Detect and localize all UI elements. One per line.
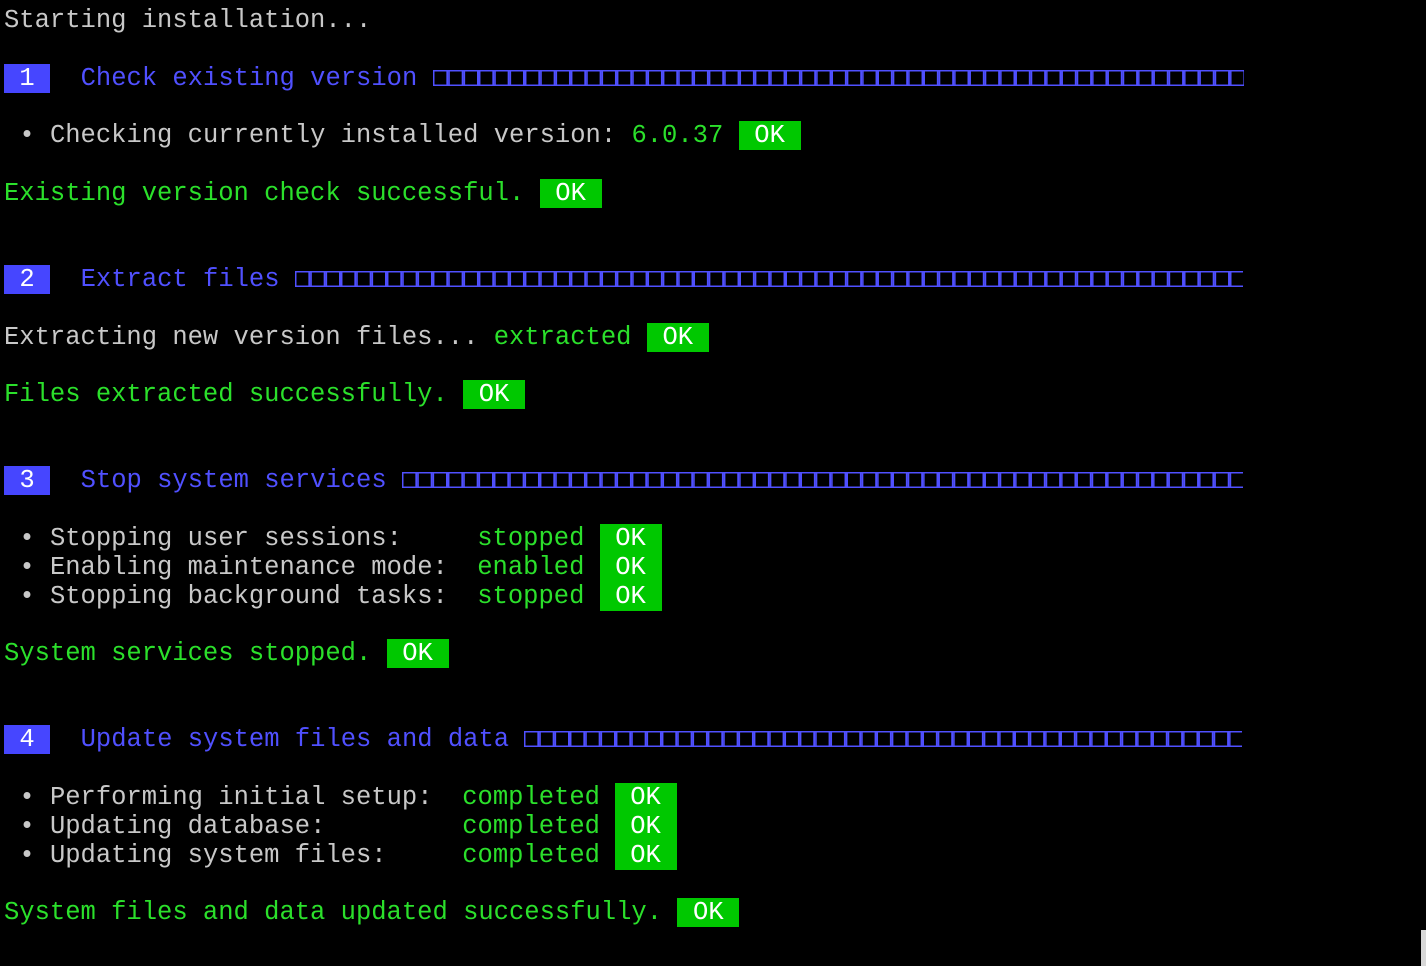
item-value: completed (462, 841, 600, 870)
item-value: stopped (477, 524, 585, 553)
list-item: • Updating system files: completed OK (4, 841, 677, 870)
item-value: completed (462, 783, 600, 812)
section-title: Stop system services (80, 466, 387, 495)
bullet: • (19, 812, 35, 841)
ok-badge: OK (463, 380, 526, 409)
list-item: • Performing initial setup: completed OK (4, 783, 677, 812)
section-heading: 3 Stop system services (4, 466, 1243, 495)
heading-rule (294, 271, 1243, 287)
item-value: 6.0.37 (631, 121, 724, 150)
summary-line: Files extracted successfully. OK (4, 380, 526, 409)
ok-badge: OK (738, 121, 801, 150)
step-number: 2 (4, 265, 50, 294)
item-label: Updating database: (49, 812, 326, 841)
heading-rule (401, 472, 1243, 488)
bullet: • (19, 582, 35, 611)
summary-text: Files extracted successfully. (4, 380, 448, 409)
section-heading: 1 Check existing version (4, 64, 1244, 93)
bullet: • (19, 553, 35, 582)
list-item: • Stopping user sessions: stopped OK (4, 524, 662, 553)
summary-text: System services stopped. (4, 639, 372, 668)
item-label: Stopping user sessions: (49, 524, 402, 553)
item-label: Stopping background tasks: (49, 582, 448, 611)
ok-badge: OK (599, 553, 662, 582)
list-item: • Enabling maintenance mode: enabled OK (4, 553, 662, 582)
step-number: 4 (4, 725, 50, 754)
item-value: enabled (477, 553, 585, 582)
bullet: • (19, 121, 35, 150)
ok-badge: OK (386, 639, 449, 668)
ok-badge: OK (599, 524, 662, 553)
list-item: • Stopping background tasks: stopped OK (4, 582, 662, 611)
bullet: • (19, 841, 35, 870)
heading-rule (432, 70, 1244, 86)
summary-line: Existing version check successful. OK (4, 179, 602, 208)
item-label: Extracting new version files... (4, 323, 479, 352)
list-item: • Checking currently installed version: … (4, 121, 801, 150)
ok-badge: OK (646, 323, 709, 352)
heading-rule (524, 731, 1243, 747)
item-label: Updating system files: (49, 841, 387, 870)
section-title: Extract files (80, 265, 280, 294)
section-heading: 2 Extract files (4, 265, 1243, 294)
ok-badge: OK (539, 179, 602, 208)
item-label: Performing initial setup: (49, 783, 433, 812)
section-heading: 4 Update system files and data (4, 725, 1243, 754)
ok-badge: OK (614, 841, 677, 870)
status-line: Extracting new version files... extracte… (4, 323, 709, 352)
item-label: Enabling maintenance mode: (49, 553, 448, 582)
item-value: extracted (493, 323, 632, 352)
item-label: Checking currently installed version: (49, 121, 617, 150)
ok-badge: OK (599, 582, 662, 611)
step-number: 3 (4, 466, 50, 495)
bullet: • (19, 524, 35, 553)
ok-badge: OK (614, 783, 677, 812)
item-value: completed (462, 812, 600, 841)
summary-line: System files and data updated successful… (4, 898, 740, 927)
item-value: stopped (477, 582, 585, 611)
bullet: • (19, 783, 35, 812)
ok-badge: OK (677, 898, 740, 927)
ok-badge: OK (614, 812, 677, 841)
section-title: Check existing version (80, 64, 418, 93)
section-title: Update system files and data (80, 725, 510, 754)
list-item: • Updating database: completed OK (4, 812, 677, 841)
install-header: Starting installation... (4, 6, 372, 35)
summary-line: System services stopped. OK (4, 639, 449, 668)
summary-text: Existing version check successful. (4, 179, 525, 208)
summary-text: System files and data updated successful… (4, 898, 663, 927)
scrollbar-thumb[interactable] (1421, 930, 1426, 966)
step-number: 1 (4, 64, 50, 93)
